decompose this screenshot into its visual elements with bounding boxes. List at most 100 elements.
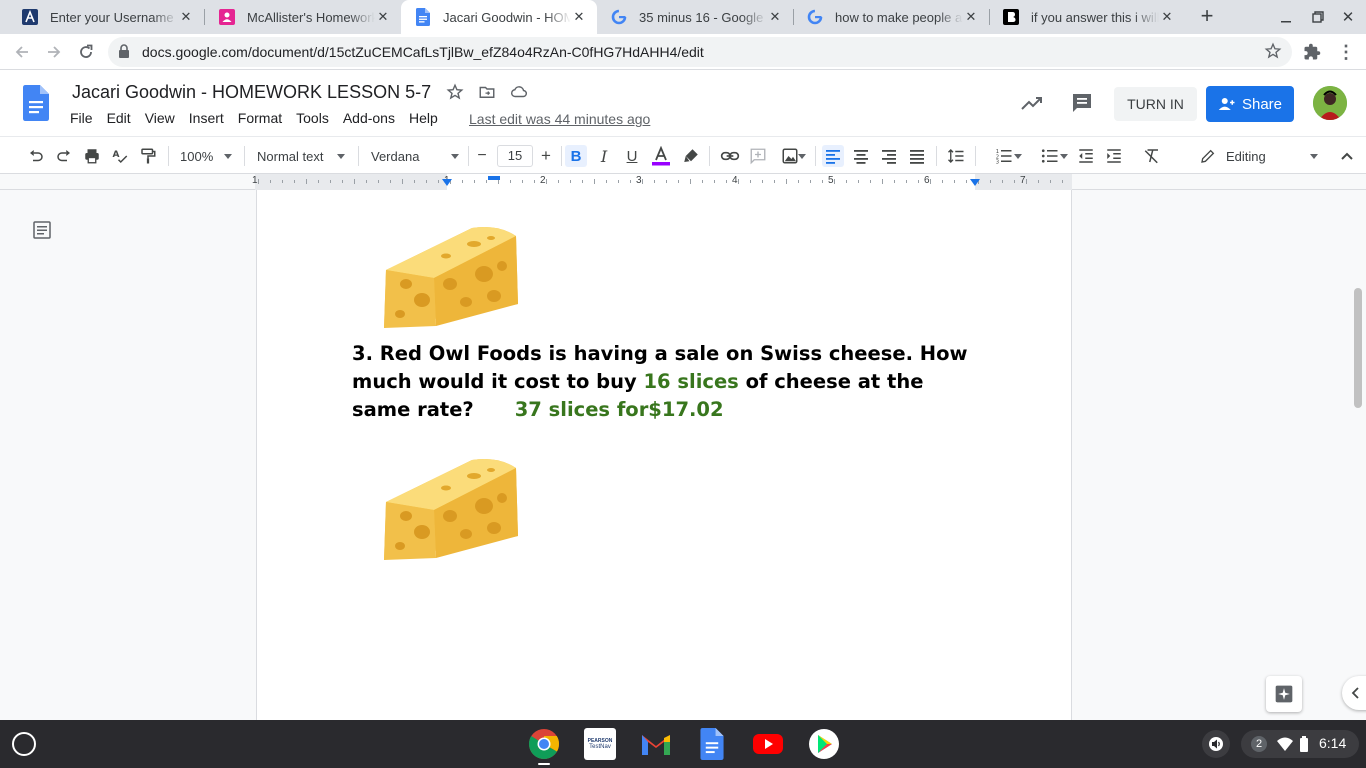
play-store-icon[interactable] [808, 728, 840, 760]
highlight-color-icon[interactable] [680, 145, 702, 167]
swiss-cheese-image[interactable] [376, 222, 522, 330]
add-comment-icon[interactable] [746, 145, 770, 167]
spellcheck-icon[interactable]: A [108, 145, 132, 167]
hide-menus-chevron-up-icon[interactable] [1336, 145, 1358, 167]
back-icon[interactable] [10, 40, 34, 64]
browser-tab-homework[interactable]: McAllister's Homework 1 ✕ [205, 0, 401, 34]
gmail-icon[interactable] [640, 728, 672, 760]
close-window-icon[interactable]: ✕ [1336, 5, 1360, 29]
extensions-icon[interactable] [1300, 40, 1324, 64]
chrome-icon[interactable] [528, 728, 560, 760]
document-outline-icon[interactable] [32, 220, 52, 245]
increase-indent-icon[interactable] [1102, 145, 1126, 167]
decrease-indent-icon[interactable] [1074, 145, 1098, 167]
browser-tab-docs[interactable]: Jacari Goodwin - HOMEWORK LESSON 5-7 ✕ [401, 0, 597, 34]
launcher-button[interactable] [12, 732, 36, 756]
increase-font-size-button[interactable]: + [536, 145, 556, 167]
minimize-icon[interactable] [1274, 5, 1298, 29]
wifi-icon [1277, 737, 1293, 751]
ruler-number: 7 [1020, 175, 1026, 186]
forward-icon[interactable] [42, 40, 66, 64]
ruler-tick [366, 180, 367, 183]
question-paragraph[interactable]: 3. Red Owl Foods is having a sale on Swi… [352, 340, 972, 424]
bookmark-star-icon[interactable] [1264, 42, 1282, 65]
bulleted-list-icon[interactable] [1030, 145, 1070, 167]
print-icon[interactable] [80, 145, 104, 167]
lock-icon[interactable] [118, 44, 130, 64]
media-controls-icon[interactable] [1202, 730, 1230, 758]
browser-tab-pearson[interactable]: Enter your Username and Password ✕ [8, 0, 204, 34]
font-select[interactable]: Verdana [371, 145, 461, 167]
undo-icon[interactable] [24, 145, 48, 167]
align-center-icon[interactable] [850, 145, 872, 167]
editing-mode-select[interactable]: Editing [1200, 145, 1324, 167]
document-canvas[interactable] [0, 190, 1366, 720]
paragraph-style-select[interactable]: Normal text [257, 145, 347, 167]
insert-image-icon[interactable] [774, 145, 806, 167]
browser-tab-google-search-2[interactable]: how to make people as t ✕ [793, 0, 989, 34]
docs-icon[interactable] [696, 728, 728, 760]
text-color-icon[interactable] [650, 145, 672, 167]
redo-icon[interactable] [52, 145, 76, 167]
menu-tools[interactable]: Tools [289, 110, 336, 126]
browser-tab-google-search-1[interactable]: 35 minus 16 - Google Search ✕ [597, 0, 793, 34]
new-tab-button[interactable]: + [1193, 3, 1221, 31]
address-bar[interactable]: docs.google.com/document/d/15ctZuCEMCafL… [108, 37, 1292, 67]
menu-insert[interactable]: Insert [182, 110, 231, 126]
line-spacing-icon[interactable] [944, 145, 968, 167]
avatar[interactable] [1313, 86, 1347, 120]
right-indent-marker-icon[interactable] [969, 179, 981, 189]
italic-icon[interactable]: I [593, 145, 615, 167]
cloud-status-icon[interactable] [510, 83, 528, 106]
menu-view[interactable]: View [138, 110, 182, 126]
chevron-down-icon [798, 154, 806, 159]
ruler[interactable]: 1 1 2 3 4 5 6 7 [0, 174, 1366, 190]
activity-dashboard-icon[interactable] [1020, 91, 1044, 120]
underline-icon[interactable]: U [621, 145, 643, 167]
menu-addons[interactable]: Add-ons [336, 110, 402, 126]
menu-help[interactable]: Help [402, 110, 445, 126]
menu-file[interactable]: File [63, 110, 100, 126]
font-size-input[interactable]: 15 [497, 145, 533, 167]
zoom-select[interactable]: 100% [180, 145, 234, 167]
reload-icon[interactable] [74, 40, 98, 64]
restore-icon[interactable] [1306, 5, 1330, 29]
align-right-icon[interactable] [878, 145, 900, 167]
close-tab-icon[interactable]: ✕ [375, 9, 391, 25]
comment-history-icon[interactable] [1070, 91, 1094, 120]
move-folder-icon[interactable] [478, 83, 496, 106]
document-title[interactable]: Jacari Goodwin - HOMEWORK LESSON 5-7 [72, 82, 431, 103]
paint-format-icon[interactable] [136, 145, 160, 167]
first-line-indent-marker-icon[interactable] [488, 176, 500, 182]
docs-home-icon[interactable] [23, 85, 49, 126]
left-indent-marker-icon[interactable] [441, 179, 453, 189]
vertical-scrollbar-thumb[interactable] [1354, 288, 1362, 408]
running-indicator [538, 763, 550, 765]
share-button[interactable]: Share [1206, 86, 1294, 122]
pearson-testnav-icon[interactable]: PEARSON TestNav [584, 728, 616, 760]
turn-in-button[interactable]: TURN IN [1114, 87, 1197, 121]
justify-icon[interactable] [906, 145, 928, 167]
align-left-icon[interactable] [822, 145, 844, 167]
close-tab-icon[interactable]: ✕ [767, 9, 783, 25]
browser-menu-icon[interactable]: ⋮ [1334, 40, 1358, 64]
numbered-list-icon[interactable]: 123 [984, 145, 1024, 167]
close-tab-icon[interactable]: ✕ [178, 9, 194, 25]
menu-edit[interactable]: Edit [100, 110, 138, 126]
bold-icon[interactable]: B [565, 145, 587, 167]
decrease-font-size-button[interactable]: − [472, 145, 492, 167]
last-edit-link[interactable]: Last edit was 44 minutes ago [469, 111, 650, 127]
menu-format[interactable]: Format [231, 110, 289, 126]
explore-button[interactable] [1266, 676, 1302, 712]
insert-link-icon[interactable] [718, 145, 742, 167]
close-tab-icon[interactable]: ✕ [1159, 9, 1175, 25]
clear-formatting-icon[interactable] [1140, 145, 1164, 167]
youtube-icon[interactable] [752, 728, 784, 760]
close-tab-icon[interactable]: ✕ [571, 9, 587, 25]
star-icon[interactable] [446, 83, 464, 106]
browser-tab-brainly[interactable]: if you answer this i will g ✕ [989, 0, 1185, 34]
close-tab-icon[interactable]: ✕ [963, 9, 979, 25]
swiss-cheese-image[interactable] [376, 454, 522, 562]
status-tray[interactable]: 2 6:14 [1241, 730, 1359, 758]
ruler-tick [510, 180, 511, 183]
